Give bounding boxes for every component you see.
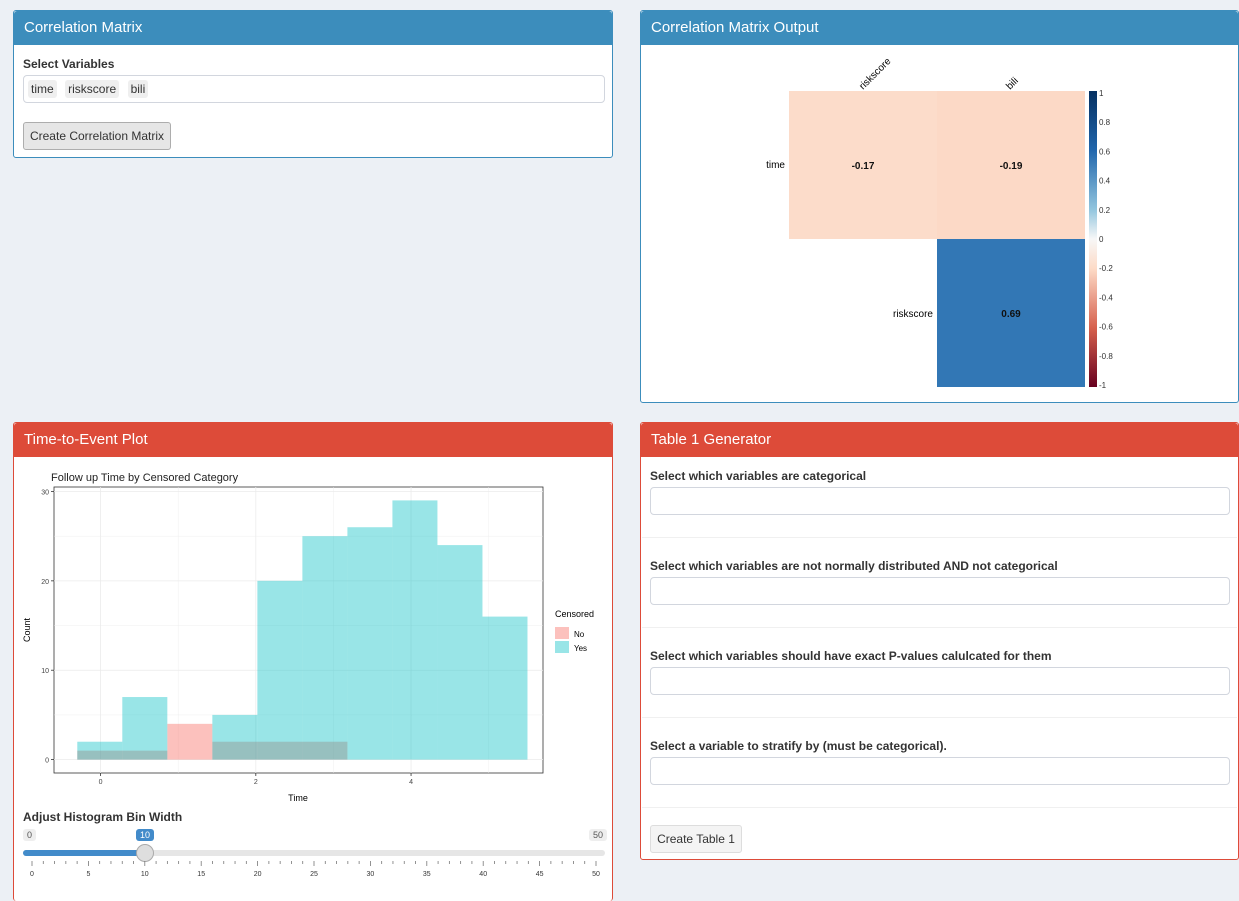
legend-key-no	[555, 627, 569, 639]
slider-tick-label: 20	[254, 871, 262, 878]
y-tick-label: 0	[45, 758, 49, 765]
correlation-value: -0.19	[1000, 161, 1023, 172]
colorbar-tick-label: -0.6	[1099, 323, 1113, 332]
x-tick-label: 0	[99, 779, 103, 786]
colorbar-tick-label: -0.2	[1099, 264, 1113, 273]
non-normal-input[interactable]	[650, 577, 1230, 605]
slider-tick-label: 40	[479, 871, 487, 878]
slider-tick-label: 5	[86, 871, 90, 878]
histogram-bar	[482, 616, 528, 760]
table1-generator-header: Table 1 Generator	[641, 423, 1238, 457]
bin-width-label: Adjust Histogram Bin Width	[23, 810, 183, 824]
slider-tick-label: 15	[197, 871, 205, 878]
separator	[642, 537, 1237, 538]
slider-max-label: 50	[589, 829, 608, 841]
colorbar-tick-label: 0.6	[1099, 147, 1111, 156]
legend-label-no: No	[574, 630, 585, 639]
x-axis-label: Time	[288, 793, 308, 803]
selected-variable-tag[interactable]: bili	[127, 80, 149, 98]
histogram-bar	[347, 527, 393, 760]
create-correlation-matrix-button[interactable]: Create Correlation Matrix	[23, 122, 171, 150]
slider-tick-label: 30	[367, 871, 375, 878]
categorical-input[interactable]	[650, 487, 1230, 515]
y-tick-label: 20	[41, 579, 49, 586]
selected-variable-tag[interactable]: time	[28, 80, 57, 98]
colorbar-tick-label: 0.8	[1099, 118, 1111, 127]
exact-p-label: Select which variables should have exact…	[650, 649, 1052, 663]
legend-key-yes	[555, 641, 569, 653]
slider-min-label: 0	[23, 829, 37, 841]
select-variables-label: Select Variables	[23, 57, 115, 71]
separator	[642, 627, 1237, 628]
slider-tick-label: 45	[536, 871, 544, 878]
create-table1-button[interactable]: Create Table 1	[650, 825, 742, 853]
correlation-output-box: Correlation Matrix Output -0.17 -0.19 0.69…	[640, 10, 1239, 403]
histogram-bar	[302, 536, 348, 760]
slider-value-label: 10	[136, 829, 154, 841]
chart-title: Follow up Time by Censored Category	[51, 472, 239, 484]
colorbar-tick-label: 0.4	[1099, 177, 1111, 186]
slider-grid: 0 5 10 15 20 25 30 35 40 45 50	[30, 861, 600, 878]
y-axis-label: Count	[22, 618, 32, 643]
row-label-time: time	[766, 160, 785, 171]
colorbar	[1089, 91, 1097, 387]
non-normal-label: Select which variables are not normally …	[650, 559, 1058, 573]
slider-tick-label: 10	[141, 871, 149, 878]
legend: Censored No Yes	[555, 609, 594, 653]
table1-generator-box: Table 1 Generator Select which variables…	[640, 422, 1239, 860]
time-to-event-box: Time-to-Event Plot Follow up Time by Cen…	[13, 422, 613, 901]
histogram-bar	[77, 741, 123, 760]
histogram-bar	[392, 500, 438, 760]
legend-label-yes: Yes	[574, 644, 587, 653]
stratify-input[interactable]	[650, 757, 1230, 785]
slider-tick-label: 25	[310, 871, 318, 878]
histogram-chart: Follow up Time by Censored Category 0 2 4 0…	[22, 472, 594, 803]
x-tick-label: 4	[409, 779, 413, 786]
exact-p-input[interactable]	[650, 667, 1230, 695]
slider-tick-label: 50	[592, 871, 600, 878]
slider-tick-label: 35	[423, 871, 431, 878]
stratify-label: Select a variable to stratify by (must b…	[650, 739, 947, 753]
x-tick-label: 2	[254, 779, 258, 786]
colorbar-tick-label: 1	[1099, 89, 1104, 98]
colorbar-tick-label: -1	[1099, 381, 1107, 390]
histogram-bar	[257, 580, 303, 760]
column-label-riskscore: riskscore	[857, 56, 893, 92]
slider-fill	[23, 850, 145, 856]
colorbar-tick-label: -0.8	[1099, 352, 1113, 361]
slider-track[interactable]	[23, 850, 605, 856]
correlation-value: -0.17	[852, 161, 875, 172]
select-variables-input[interactable]: time riskscore bili	[23, 75, 605, 103]
colorbar-tick-label: 0.2	[1099, 206, 1111, 215]
separator	[642, 717, 1237, 718]
histogram-bar	[167, 723, 213, 760]
selected-variable-tag[interactable]: riskscore	[65, 80, 120, 98]
y-tick-label: 10	[41, 668, 49, 675]
colorbar-tick-label: 0	[1099, 235, 1104, 244]
time-to-event-header: Time-to-Event Plot	[14, 423, 612, 457]
slider-handle[interactable]	[135, 844, 154, 862]
y-tick-label: 30	[41, 489, 49, 496]
separator	[642, 807, 1237, 808]
correlation-heatmap: -0.17 -0.19 0.69 1 0.8 0.6 0.4 0.2 0 -0.2 -0.4 -0.…	[766, 56, 1113, 390]
row-label-riskscore: riskscore	[893, 309, 933, 320]
categorical-label: Select which variables are categorical	[650, 469, 867, 483]
correlation-output-header: Correlation Matrix Output	[641, 11, 1238, 45]
colorbar-tick-label: -0.4	[1099, 293, 1113, 302]
correlation-matrix-box: Correlation Matrix Select Variables time…	[13, 10, 613, 158]
slider-tick-label: 0	[30, 871, 34, 878]
legend-title: Censored	[555, 609, 594, 619]
correlation-value: 0.69	[1001, 309, 1021, 320]
histogram-bar	[212, 714, 258, 760]
column-label-bili: bili	[1004, 76, 1020, 92]
correlation-matrix-header: Correlation Matrix	[14, 11, 612, 45]
histogram-bar	[122, 697, 168, 760]
histogram-bar	[437, 545, 483, 760]
